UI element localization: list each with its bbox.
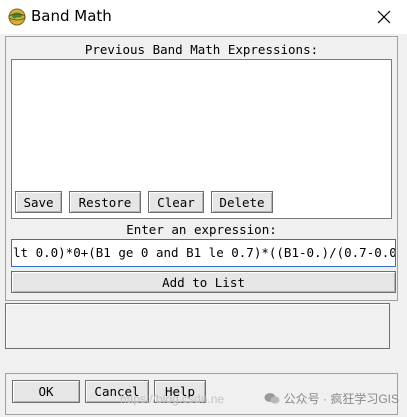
window-title: Band Math: [31, 7, 112, 25]
watermark: 公众号 · 疯狂学习GIS: [264, 390, 399, 407]
watermark-url: https://blog.csdn.ne: [120, 392, 225, 406]
close-button[interactable]: [371, 4, 397, 30]
title-bar: Band Math: [0, 0, 407, 34]
delete-button[interactable]: Delete: [211, 191, 273, 213]
wechat-icon: [264, 393, 280, 404]
clear-button[interactable]: Clear: [148, 191, 204, 213]
expression-panel: Previous Band Math Expressions: Save Res…: [5, 36, 398, 301]
envi-globe-icon: [8, 8, 26, 26]
add-to-list-button[interactable]: Add to List: [11, 271, 396, 293]
watermark-account: 公众号 · 疯狂学习GIS: [283, 392, 399, 406]
restore-button[interactable]: Restore: [69, 191, 141, 213]
save-button[interactable]: Save: [15, 191, 62, 213]
expression-input[interactable]: lt 0.0)*0+(B1 ge 0 and B1 le 0.7)*((B1-0…: [11, 239, 396, 267]
enter-expression-label: Enter an expression:: [126, 222, 277, 237]
status-message-area: [5, 303, 390, 349]
close-icon: [377, 10, 391, 24]
ok-button[interactable]: OK: [12, 380, 80, 403]
band-math-dialog: Band Math Previous Band Math Expressions…: [0, 0, 407, 417]
previous-expressions-label: Previous Band Math Expressions:: [84, 42, 319, 57]
